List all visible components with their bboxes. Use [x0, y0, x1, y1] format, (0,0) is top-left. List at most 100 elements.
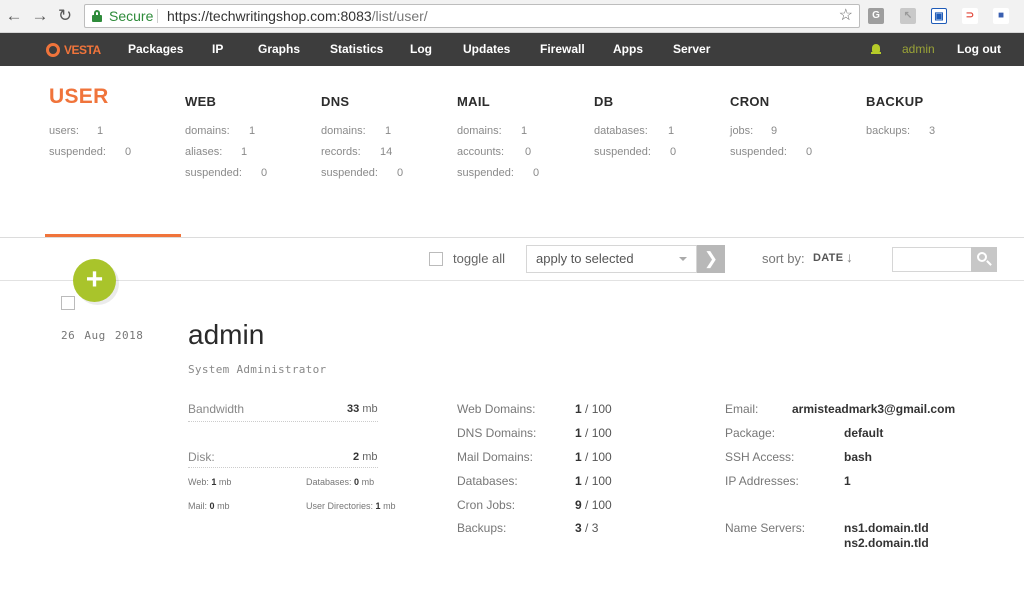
- stats-cron[interactable]: CRON jobs: 9 suspended: 0: [730, 88, 812, 158]
- disk-label: Disk:: [188, 450, 215, 464]
- stats-dns-row: domains: 1: [321, 125, 392, 137]
- stats-user-row: users: 1: [49, 125, 104, 137]
- stats-web-title: WEB: [185, 94, 217, 109]
- stats-user-row: suspended: 0: [49, 146, 132, 158]
- stats-cron-title: CRON: [730, 94, 770, 109]
- sort-label: sort by:: [762, 251, 805, 266]
- nav-server[interactable]: Server: [673, 33, 710, 66]
- stats-web[interactable]: WEB domains: 1 aliases: 1 suspended: 0: [185, 88, 267, 179]
- nav-firewall[interactable]: Firewall: [540, 33, 585, 66]
- nameserver-1: ns1.domain.tld: [844, 521, 929, 535]
- current-user-link[interactable]: admin: [902, 33, 935, 66]
- sort-by-toggle[interactable]: DATE: [813, 252, 843, 264]
- vesta-logo[interactable]: VESTA: [46, 41, 101, 59]
- package-value: default: [844, 426, 884, 440]
- stats-db-title: DB: [594, 94, 614, 109]
- stats-user[interactable]: USER users: 1 suspended: 0: [49, 85, 131, 158]
- record-fullname: System Administrator: [188, 363, 327, 376]
- add-user-button[interactable]: +: [73, 259, 116, 302]
- nav-apps[interactable]: Apps: [613, 33, 643, 66]
- ssh-value: bash: [844, 450, 873, 464]
- nav-log[interactable]: Log: [410, 33, 432, 66]
- extension-flag-icon[interactable]: ■: [993, 8, 1009, 24]
- stats-web-row: domains: 1: [185, 125, 256, 137]
- ip-label: IP Addresses:: [725, 474, 799, 488]
- disk-mail-usage: Mail: 0 mb: [188, 501, 230, 511]
- search-input[interactable]: [892, 247, 972, 272]
- stats-mail[interactable]: MAIL domains: 1 accounts: 0 suspended: 0: [457, 88, 539, 179]
- stats-dns-row: suspended: 0: [321, 167, 404, 179]
- address-separator: [157, 9, 158, 23]
- disk-db-usage: Databases: 0 mb: [306, 477, 375, 487]
- logout-link[interactable]: Log out: [957, 33, 1001, 66]
- limit-value: 1 / 100: [575, 402, 612, 416]
- nav-updates[interactable]: Updates: [463, 33, 510, 66]
- limit-label: Web Domains:: [457, 402, 536, 416]
- address-bar[interactable]: Secure https://techwritingshop.com:8083/…: [84, 4, 860, 28]
- sort-direction-icon[interactable]: ↓: [846, 249, 853, 265]
- extension-window-icon[interactable]: ▣: [931, 8, 947, 24]
- nav-graphs[interactable]: Graphs: [258, 33, 300, 66]
- limit-value: 1 / 100: [575, 450, 612, 464]
- stats-db-row: databases: 1: [594, 125, 675, 137]
- disk-bar: [188, 467, 378, 468]
- toggle-all-checkbox[interactable]: [429, 252, 443, 266]
- stats-dns-title: DNS: [321, 94, 350, 109]
- reload-icon[interactable]: ↻: [55, 6, 75, 26]
- url-path: /list/user/: [371, 8, 428, 24]
- limit-value: 1 / 100: [575, 474, 612, 488]
- bandwidth-value: 33 mb: [347, 403, 378, 415]
- url-text[interactable]: https://techwritingshop.com:8083/list/us…: [167, 5, 428, 27]
- limit-label: Databases:: [457, 474, 518, 488]
- nameserver-2: ns2.domain.tld: [844, 536, 929, 550]
- bandwidth-label: Bandwidth: [188, 402, 245, 416]
- bulk-action-value: apply to selected: [536, 251, 634, 266]
- nav-statistics[interactable]: Statistics: [330, 33, 383, 66]
- stats-db[interactable]: DB databases: 1 suspended: 0: [594, 88, 676, 158]
- nav-ip[interactable]: IP: [212, 33, 223, 66]
- extension-share-icon[interactable]: ⊃: [962, 8, 978, 24]
- chevron-right-icon: ❯: [703, 249, 719, 268]
- stats-dns[interactable]: DNS domains: 1 records: 14 suspended: 0: [321, 88, 403, 179]
- stats-backup-row: backups: 3: [866, 125, 936, 137]
- bookmark-star-icon[interactable]: ☆: [839, 5, 853, 27]
- notification-bell-icon[interactable]: [871, 44, 881, 55]
- stats-mail-title: MAIL: [457, 94, 490, 109]
- disk-userdirs-usage: User Directories: 1 mb: [306, 501, 396, 511]
- limit-value: 1 / 100: [575, 426, 612, 440]
- disk-value: 2 mb: [353, 451, 378, 463]
- record-username[interactable]: admin: [188, 319, 264, 351]
- toolbar-divider: [0, 280, 1024, 281]
- stats-backup-title: BACKUP: [866, 94, 924, 109]
- package-label: Package:: [725, 426, 776, 440]
- limit-label: Backups:: [457, 521, 507, 535]
- secure-label: Secure: [109, 8, 154, 24]
- stats-cron-row: jobs: 9: [730, 125, 778, 137]
- toggle-all-label[interactable]: toggle all: [453, 251, 505, 266]
- apply-action-button[interactable]: ❯: [697, 245, 725, 273]
- limit-value: 3 / 3: [575, 521, 599, 535]
- limit-label: DNS Domains:: [457, 426, 537, 440]
- search-button[interactable]: [971, 247, 997, 272]
- ip-value: 1: [844, 474, 851, 488]
- stats-mail-row: suspended: 0: [457, 167, 540, 179]
- nav-packages[interactable]: Packages: [128, 33, 183, 66]
- forward-icon[interactable]: →: [30, 6, 50, 26]
- stats-divider: [0, 237, 1024, 238]
- row-checkbox[interactable]: [61, 296, 75, 310]
- record-date: 26 Aug 2018: [61, 329, 144, 342]
- logo-ring-icon: [46, 43, 60, 57]
- plus-icon: +: [85, 263, 104, 296]
- disk-web-usage: Web: 1 mb: [188, 477, 232, 487]
- stats-backup[interactable]: BACKUP backups: 3: [866, 88, 935, 137]
- ssh-label: SSH Access:: [725, 450, 795, 464]
- extension-pdf-icon[interactable]: ↖: [900, 8, 916, 24]
- logo-text: VESTA: [64, 43, 101, 57]
- back-icon[interactable]: ←: [4, 6, 24, 26]
- bulk-action-select[interactable]: apply to selected: [526, 245, 697, 273]
- extension-g-icon[interactable]: G: [868, 8, 884, 24]
- chevron-down-icon: [679, 257, 687, 261]
- stats-mail-row: accounts: 0: [457, 146, 532, 158]
- main-nav: VESTA Packages IP Graphs Statistics Log …: [0, 33, 1024, 66]
- stats-dns-row: records: 14: [321, 146, 393, 158]
